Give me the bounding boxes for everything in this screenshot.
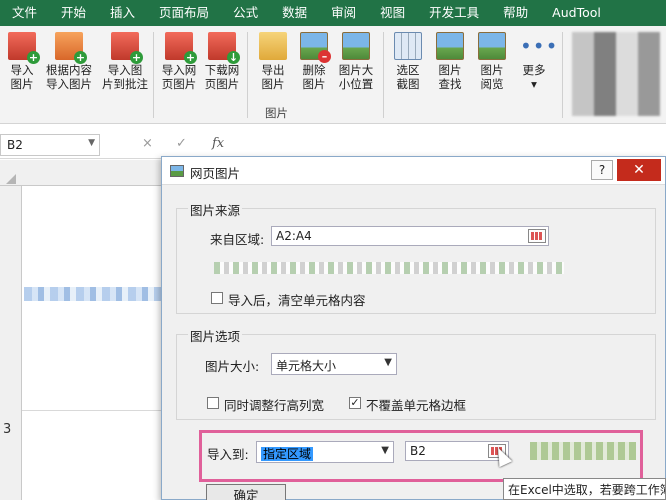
- formula-bar: B2 ▼ × ✓ fx: [0, 131, 666, 159]
- blurred-cell-content: [24, 287, 164, 301]
- insert-function-icon[interactable]: fx: [212, 136, 224, 151]
- from-range-input[interactable]: A2:A4: [271, 226, 549, 246]
- tab-audtool[interactable]: AudTool: [540, 0, 613, 26]
- export-picture-button[interactable]: 导出 图片: [251, 32, 295, 91]
- ribbon-separator: [562, 32, 563, 118]
- picture-find-icon: [436, 32, 464, 60]
- chevron-down-icon: ▼: [88, 138, 95, 148]
- tab-file[interactable]: 文件: [0, 0, 49, 26]
- range-select-icon[interactable]: [528, 229, 546, 243]
- import-to-comment-button[interactable]: + 导入图 片到批注: [100, 32, 150, 91]
- adjust-row-col-label: 同时调整行高列宽: [224, 398, 325, 413]
- row-number[interactable]: 3: [3, 422, 11, 437]
- tab-review[interactable]: 审阅: [319, 0, 368, 26]
- ribbon-separator: [153, 32, 154, 118]
- close-button[interactable]: ✕: [617, 159, 661, 181]
- import-by-content-button[interactable]: + 根据内容 导入图片: [42, 32, 96, 91]
- name-box[interactable]: B2 ▼: [0, 134, 100, 156]
- tab-page-layout[interactable]: 页面布局: [147, 0, 221, 26]
- dialog-titlebar: 网页图片 ? ✕: [162, 157, 665, 185]
- ribbon-separator: [247, 32, 248, 118]
- tooltip: 在Excel中选取，若要跨工作簿: [503, 478, 666, 500]
- export-picture-icon: [259, 32, 287, 60]
- picture-browse-icon: [478, 32, 506, 60]
- dialog-app-icon: [170, 165, 184, 177]
- picture-size-icon: [342, 32, 370, 60]
- picture-options-label: 图片选项: [188, 326, 243, 345]
- clear-after-import-label: 导入后，清空单元格内容: [228, 293, 366, 308]
- import-web-picture-icon: +: [165, 32, 197, 64]
- picture-size-select[interactable]: 单元格大小 ▼: [271, 353, 397, 375]
- dialog-title: 网页图片: [190, 166, 241, 181]
- tab-insert[interactable]: 插入: [98, 0, 147, 26]
- import-picture-button[interactable]: + 导入 图片: [0, 32, 44, 91]
- ribbon-separator: [383, 32, 384, 118]
- select-all-corner[interactable]: [6, 174, 16, 184]
- blurred-link-text: [530, 442, 636, 460]
- download-web-picture-button[interactable]: ↓ 下载网 页图片: [200, 32, 244, 91]
- ok-button[interactable]: 确定: [206, 484, 286, 500]
- picture-size-label: 图片大小:: [205, 359, 260, 374]
- import-to-label: 导入到:: [207, 447, 249, 462]
- tab-home[interactable]: 开始: [49, 0, 98, 26]
- more-button[interactable]: ••• 更多 ▾: [512, 32, 559, 91]
- import-picture-icon: +: [8, 32, 40, 64]
- chevron-down-icon: ▼: [384, 357, 392, 368]
- selection-screenshot-button[interactable]: 选区 截图: [386, 32, 430, 91]
- tab-view[interactable]: 视图: [368, 0, 417, 26]
- chevron-down-icon: ▼: [381, 445, 389, 456]
- ribbon: + 导入 图片 + 根据内容 导入图片 + 导入图 片到批注 + 导入网 页图片…: [0, 26, 666, 124]
- cancel-entry-icon[interactable]: ×: [142, 136, 153, 151]
- more-icon: •••: [520, 34, 559, 58]
- tab-formulas[interactable]: 公式: [221, 0, 270, 26]
- from-range-label: 来自区域:: [210, 232, 265, 247]
- selection-screenshot-icon: [394, 32, 422, 60]
- clear-after-import-checkbox[interactable]: [211, 292, 223, 304]
- tab-data[interactable]: 数据: [270, 0, 319, 26]
- no-cover-border-checkbox[interactable]: ✓: [349, 397, 361, 409]
- confirm-entry-icon[interactable]: ✓: [176, 136, 187, 151]
- picture-find-button[interactable]: 图片 查找: [428, 32, 472, 91]
- help-button[interactable]: ?: [591, 160, 613, 180]
- picture-size-button[interactable]: 图片大 小位置: [334, 32, 378, 91]
- import-by-content-icon: +: [55, 32, 87, 64]
- no-cover-border-label: 不覆盖单元格边框: [366, 398, 467, 413]
- picture-source-label: 图片来源: [188, 200, 243, 219]
- adjust-row-col-checkbox[interactable]: [207, 397, 219, 409]
- picture-browse-button[interactable]: 图片 阅览: [470, 32, 514, 91]
- blurred-url-text: [214, 262, 564, 274]
- ribbon-group-label: 图片: [265, 106, 288, 120]
- delete-picture-button[interactable]: – 删除 图片: [292, 32, 336, 91]
- delete-picture-icon: –: [300, 32, 331, 63]
- ribbon-tab-bar: 文件 开始 插入 页面布局 公式 数据 审阅 视图 开发工具 帮助 AudToo…: [0, 0, 666, 26]
- import-to-select[interactable]: 指定区域 ▼: [256, 441, 394, 463]
- row-header: 3: [0, 186, 22, 500]
- tab-developer[interactable]: 开发工具: [417, 0, 491, 26]
- download-web-picture-icon: ↓: [208, 32, 240, 64]
- blurred-logo: [572, 32, 660, 116]
- import-web-picture-button[interactable]: + 导入网 页图片: [157, 32, 201, 91]
- import-to-comment-icon: +: [111, 32, 143, 64]
- tab-help[interactable]: 帮助: [491, 0, 540, 26]
